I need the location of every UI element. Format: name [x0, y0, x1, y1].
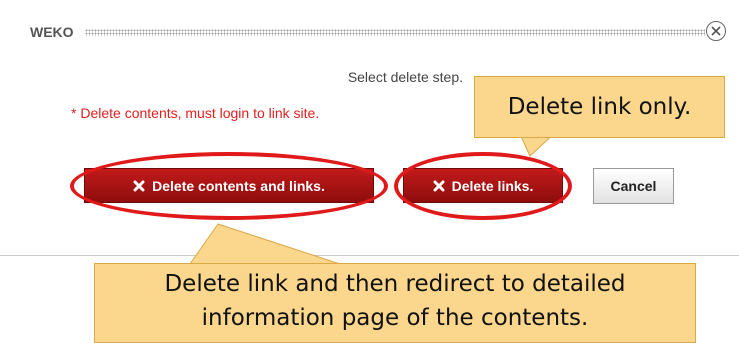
delete-links-button[interactable]: Delete links.: [403, 168, 563, 203]
warning-text: * Delete contents, must login to link si…: [71, 105, 320, 121]
close-button[interactable]: [706, 21, 726, 41]
dialog-titlebar: WEKO: [0, 0, 739, 62]
callout-pointer-bottom: [189, 223, 341, 266]
close-icon: [711, 26, 721, 36]
callout-delete-link-only: Delete link only.: [474, 76, 725, 138]
callout-delete-link-and-redirect: Delete link and then redirect to detaile…: [94, 263, 696, 343]
instruction-text: Select delete step.: [347, 69, 463, 85]
delete-contents-and-links-label: Delete contents and links.: [152, 177, 325, 194]
callout-redirect-line-1: Delete link and then redirect to detaile…: [164, 271, 626, 297]
titlebar-texture: [85, 29, 705, 36]
cancel-button[interactable]: Cancel: [593, 168, 674, 204]
x-icon: [133, 180, 145, 192]
callout-redirect-line-2: information page of the contents.: [201, 305, 589, 331]
x-icon: [433, 180, 445, 192]
delete-contents-and-links-button[interactable]: Delete contents and links.: [84, 168, 374, 203]
dialog-title: WEKO: [30, 24, 74, 40]
delete-links-label: Delete links.: [451, 177, 534, 194]
callout-delete-link-only-text: Delete link only.: [507, 94, 692, 120]
